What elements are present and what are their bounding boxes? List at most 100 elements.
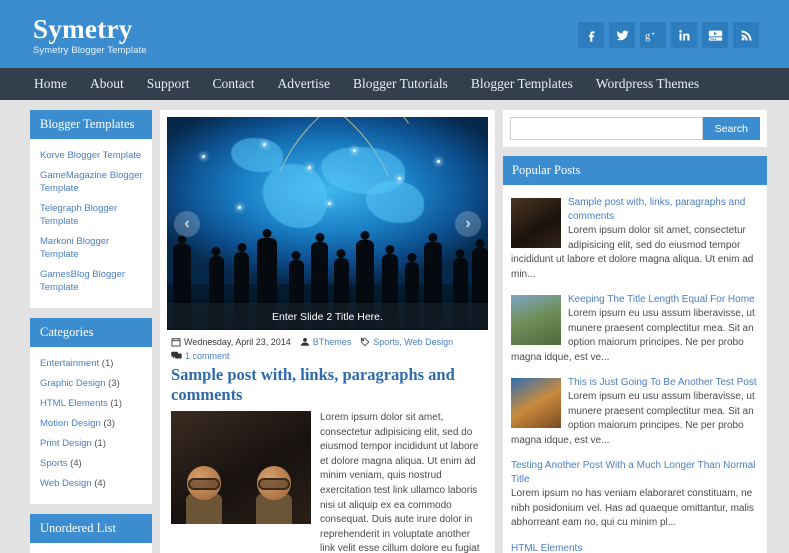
category-graphic-design[interactable]: Graphic Design (3) <box>40 374 143 394</box>
post-title-link[interactable]: Sample post with, links, paragraphs and … <box>167 363 488 411</box>
nav-item-advertise[interactable]: Advertise <box>278 68 330 100</box>
category-label: Entertainment <box>40 358 100 369</box>
slider-image <box>167 117 488 330</box>
category-count: (1) <box>94 438 107 449</box>
comment-icon <box>171 351 182 361</box>
widget-unordered-list: Unordered List Lorem ipsum dolor sit ame… <box>30 514 152 553</box>
popular-post-thumbnail[interactable] <box>511 295 561 345</box>
node-dot <box>436 159 440 163</box>
popular-post-title[interactable]: HTML Elements <box>511 542 759 553</box>
widget-body: Entertainment (1) Graphic Design (3) HTM… <box>30 351 152 496</box>
category-label: Web Design <box>40 478 92 489</box>
social-links: g + Tube <box>578 22 759 48</box>
site-tagline: Symetry Blogger Template <box>33 45 147 56</box>
category-print-design[interactable]: Print Design (1) <box>40 434 143 454</box>
category-sports[interactable]: Sports (4) <box>40 454 143 474</box>
sidebar-link-gamemagazine[interactable]: GameMagazine Blogger Template <box>40 166 143 199</box>
category-html-elements[interactable]: HTML Elements (1) <box>40 394 143 414</box>
sidebar-link-telegraph[interactable]: Telegraph Blogger Template <box>40 199 143 232</box>
category-count: (1) <box>101 358 114 369</box>
category-count: (4) <box>94 478 106 489</box>
category-count: (1) <box>110 398 123 409</box>
category-label: Print Design <box>40 438 92 449</box>
youtube-icon[interactable]: Tube <box>702 22 728 48</box>
post-date-text: Wednesday, April 23, 2014 <box>184 337 291 347</box>
svg-text:g: g <box>645 31 651 42</box>
widget-body: Lorem ipsum dolor sit amet, consectetuer… <box>30 547 152 553</box>
post-column: ‹ › Enter Slide 2 Title Here. Wednesday,… <box>160 110 495 553</box>
nav-item-about[interactable]: About <box>90 68 124 100</box>
post-author[interactable]: BThemes <box>300 337 352 347</box>
post-author-text: BThemes <box>312 337 352 347</box>
category-label: Sports <box>40 458 68 469</box>
brand[interactable]: Symetry Symetry Blogger Template <box>33 14 147 56</box>
widget-title: Categories <box>30 318 152 347</box>
facebook-icon[interactable] <box>578 22 604 48</box>
category-label: Motion Design <box>40 418 101 429</box>
post-labels[interactable]: Sports, Web Design <box>360 337 453 347</box>
rss-icon[interactable] <box>733 22 759 48</box>
widget-body: Korve Blogger Template GameMagazine Blog… <box>30 143 152 300</box>
node-dot <box>327 202 331 206</box>
post-article-1: ‹ › Enter Slide 2 Title Here. Wednesday,… <box>160 110 495 553</box>
main-navigation: Home About Support Contact Advertise Blo… <box>0 68 789 100</box>
svg-text:+: + <box>651 31 655 38</box>
nav-item-blogger-templates[interactable]: Blogger Templates <box>471 68 573 100</box>
twitter-icon[interactable] <box>609 22 635 48</box>
popular-post-snippet: Lorem ipsum no has veniam elaboraret con… <box>511 488 754 528</box>
list-item: Keeping The Title Length Equal For Home … <box>511 288 759 371</box>
list-item: HTML Elements The purpose of this HTML i… <box>511 537 759 553</box>
right-sidebar: Search Popular Posts Sample post with, l… <box>503 110 767 553</box>
nav-item-home[interactable]: Home <box>34 68 67 100</box>
popular-post-title[interactable]: Testing Another Post With a Much Longer … <box>511 459 759 487</box>
category-web-design[interactable]: Web Design (4) <box>40 474 143 494</box>
left-sidebar: Blogger Templates Korve Blogger Template… <box>30 110 152 553</box>
post-comments-text: 1 comment <box>185 351 230 361</box>
slider-caption: Enter Slide 2 Title Here. <box>167 303 488 330</box>
widget-categories: Categories Entertainment (1) Graphic Des… <box>30 318 152 504</box>
google-plus-icon[interactable]: g + <box>640 22 666 48</box>
nav-item-wordpress-themes[interactable]: Wordpress Themes <box>596 68 699 100</box>
post-body: Lorem ipsum dolor sit amet, consectetur … <box>167 411 488 553</box>
category-count: (3) <box>103 418 115 429</box>
popular-post-thumbnail[interactable] <box>511 198 561 248</box>
nav-item-contact[interactable]: Contact <box>213 68 255 100</box>
category-count: (3) <box>108 378 120 389</box>
svg-text:Tube: Tube <box>710 37 717 41</box>
widget-title: Blogger Templates <box>30 110 152 139</box>
slider-prev-button[interactable]: ‹ <box>174 210 200 237</box>
widget-blogger-templates: Blogger Templates Korve Blogger Template… <box>30 110 152 308</box>
post-date: Wednesday, April 23, 2014 <box>171 337 291 347</box>
popular-posts-list: Sample post with, links, paragraphs and … <box>503 185 767 553</box>
calendar-icon <box>171 337 181 347</box>
category-motion-design[interactable]: Motion Design (3) <box>40 414 143 434</box>
list-item: Sample post with, links, paragraphs and … <box>511 191 759 288</box>
featured-slider: ‹ › Enter Slide 2 Title Here. <box>167 117 488 330</box>
category-count: (4) <box>70 458 82 469</box>
tag-icon <box>360 337 370 347</box>
linkedin-icon[interactable] <box>671 22 697 48</box>
search-button[interactable]: Search <box>702 117 760 140</box>
post-labels-text: Sports, Web Design <box>373 337 454 347</box>
category-entertainment[interactable]: Entertainment (1) <box>40 354 143 374</box>
popular-posts-title: Popular Posts <box>503 156 767 185</box>
sidebar-link-markoni[interactable]: Markoni Blogger Template <box>40 232 143 265</box>
post-thumbnail[interactable] <box>171 411 311 524</box>
category-label: HTML Elements <box>40 398 108 409</box>
popular-posts-widget: Popular Posts Sample post with, links, p… <box>503 156 767 553</box>
nav-item-blogger-tutorials[interactable]: Blogger Tutorials <box>353 68 448 100</box>
post-meta-1: Wednesday, April 23, 2014 BThemes Sports… <box>167 330 488 363</box>
widget-title: Unordered List <box>30 514 152 543</box>
nav-item-support[interactable]: Support <box>147 68 190 100</box>
post-excerpt: Lorem ipsum dolor sit amet, consectetur … <box>320 412 480 553</box>
user-icon <box>300 337 310 347</box>
popular-post-thumbnail[interactable] <box>511 378 561 428</box>
sidebar-link-korve[interactable]: Korve Blogger Template <box>40 146 143 166</box>
slider-next-button[interactable]: › <box>455 210 481 237</box>
list-item: This is Just Going To Be Another Test Po… <box>511 371 759 454</box>
page-root: Symetry Symetry Blogger Template g + Tube <box>0 0 789 553</box>
post-comments[interactable]: 1 comment <box>171 351 230 361</box>
sidebar-link-gamesblog[interactable]: GamesBlog Blogger Template <box>40 265 143 298</box>
search-input[interactable] <box>510 117 703 140</box>
category-label: Graphic Design <box>40 378 106 389</box>
